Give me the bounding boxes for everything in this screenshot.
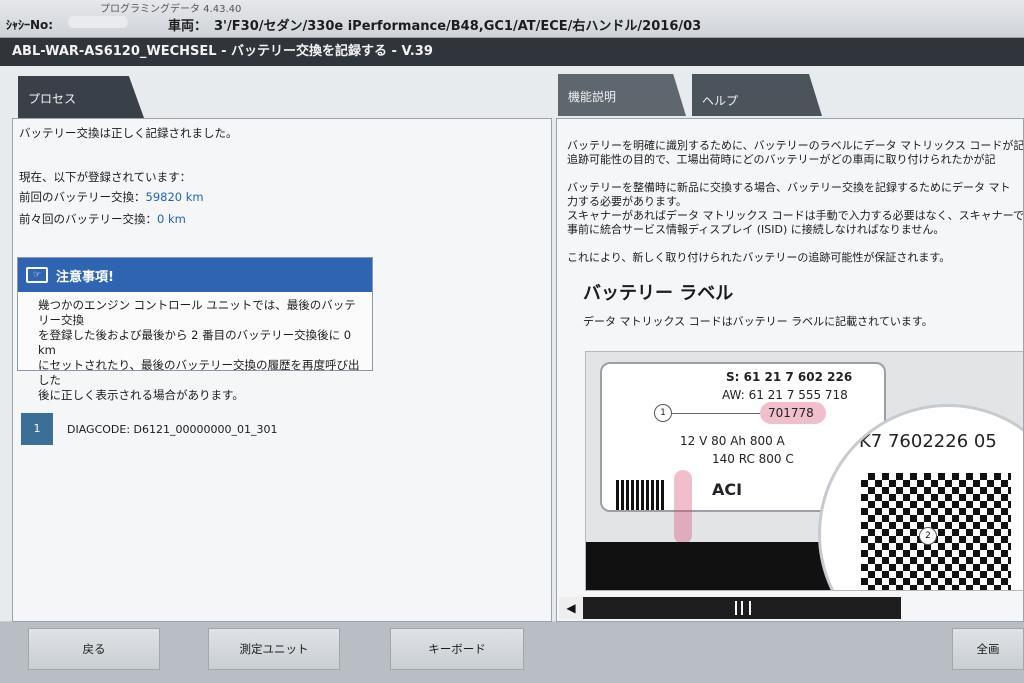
fullscreen-button[interactable]: 全画 — [952, 628, 1024, 670]
top-header: プログラミングデータ 4.43.40 ｼｬｼｰNo: 車両： 3'/F30/セダ… — [0, 0, 1024, 38]
label-spec-line-1: 12 V 80 Ah 800 A — [680, 434, 785, 448]
chassis-value-redacted — [68, 16, 128, 28]
scroll-thumb[interactable] — [735, 601, 751, 615]
battery-label-illustration: S: 61 21 7 602 226 AW: 61 21 7 555 718 7… — [585, 351, 1023, 591]
help-line: バッテリーを整備時に新品に交換する場合、バッテリー交換を記録するためにデータ マ… — [567, 181, 1011, 194]
help-panel: バッテリーを明確に識別するために、バッテリーのラベルにデータ マトリックス コー… — [556, 118, 1024, 622]
help-line: スキャナーがあればデータ マトリックス コードは手動で入力する必要はなく、スキャ… — [567, 209, 1024, 222]
label-s-number: S: 61 21 7 602 226 — [726, 370, 853, 384]
callout-2: 2 — [919, 527, 937, 545]
help-line: バッテリーを明確に識別するために、バッテリーのラベルにデータ マトリックス コー… — [567, 139, 1024, 152]
callout-line — [672, 413, 760, 414]
notice-line: を登録した後および最後から 2 番目のバッテリー交換後に 0 km — [38, 328, 352, 357]
highlight-vertical — [674, 470, 692, 544]
back-button[interactable]: 戻る — [28, 628, 160, 670]
step-number[interactable]: 1 — [21, 413, 53, 445]
help-line: 事前に統合サービス情報ディスプレイ (ISID) に接続しなければなりません。 — [567, 223, 945, 236]
notice-box: ☞ 注意事項! 幾つかのエンジン コントロール ユニットでは、最後のバッテリー交… — [17, 257, 373, 402]
previous-replacement-value: 59820 km — [145, 190, 204, 204]
label-aw-number: AW: 61 21 7 555 718 — [722, 388, 848, 402]
vehicle-label: 車両： — [168, 19, 208, 34]
horizontal-scrollbar[interactable] — [559, 597, 901, 619]
label-highlight-code: 701778 — [768, 406, 814, 420]
status-message: バッテリー交換は正しく記録されました。 — [19, 126, 238, 140]
magnified-code: K7 7602226 05 — [859, 431, 997, 452]
notice-line: 後に正しく表示される場合があります。 — [38, 388, 244, 402]
brand-text: ACI — [712, 480, 743, 499]
hand-pointer-icon: ☞ — [26, 267, 48, 283]
notice-line: 幾つかのエンジン コントロール ユニットでは、最後のバッテリー交換 — [38, 298, 356, 327]
keyboard-button[interactable]: キーボード — [390, 628, 524, 670]
measurement-unit-button[interactable]: 測定ユニット — [208, 628, 340, 670]
help-text: バッテリーを明確に識別するために、バッテリーのラベルにデータ マトリックス コー… — [567, 139, 1024, 279]
second-previous-replacement: 前々回のバッテリー交換：0 km — [19, 211, 186, 227]
scroll-left-icon[interactable]: ◀ — [559, 597, 583, 619]
registered-heading: 現在、以下が登録されています： — [19, 170, 192, 184]
notice-header: ☞ 注意事項! — [18, 258, 372, 292]
previous-replacement: 前回のバッテリー交換：59820 km — [19, 189, 204, 205]
help-line: 追跡可能性の目的で、工場出荷時にどのバッテリーがどの車両に取り付けられたかが記 — [567, 153, 996, 166]
program-version: プログラミングデータ 4.43.40 — [100, 4, 242, 15]
help-line: これにより、新しく取り付けられたバッテリーの追跡可能性が保証されます。 — [567, 251, 951, 264]
second-previous-replacement-label: 前々回のバッテリー交換： — [19, 212, 157, 226]
process-panel: バッテリー交換は正しく記録されました。 現在、以下が登録されています： 前回のバ… — [12, 118, 552, 622]
battery-label-subtitle: データ マトリックス コードはバッテリー ラベルに記載されています。 — [583, 315, 933, 328]
chassis-label: ｼｬｼｰNo: — [6, 18, 54, 32]
previous-replacement-label: 前回のバッテリー交換： — [19, 190, 146, 204]
diag-code: DIAGCODE: D6121_00000000_01_301 — [67, 423, 278, 436]
tab-process[interactable]: プロセス — [18, 76, 144, 118]
callout-1: 1 — [654, 404, 672, 422]
label-spec-line-2: 140 RC 800 C — [712, 452, 794, 466]
tab-function-description[interactable]: 機能説明 — [558, 74, 686, 116]
help-line: 力する必要があります。 — [567, 195, 687, 208]
tab-help[interactable]: ヘルプ — [692, 74, 822, 116]
data-matrix-code — [616, 480, 666, 510]
second-previous-replacement-value: 0 km — [157, 212, 186, 226]
battery-label-title: バッテリー ラベル — [583, 283, 734, 304]
notice-title: 注意事項! — [56, 269, 114, 285]
window-title: ABL-WAR-AS6120_WECHSEL - バッテリー交換を記録する - … — [0, 38, 1024, 66]
notice-line: にセットされたり、最後のバッテリー交換の履歴を再度呼び出した — [38, 358, 360, 387]
vehicle-value: 3'/F30/セダン/330e iPerformance/B48,GC1/AT/… — [214, 19, 702, 34]
notice-body: 幾つかのエンジン コントロール ユニットでは、最後のバッテリー交換 を登録した後… — [18, 292, 372, 403]
